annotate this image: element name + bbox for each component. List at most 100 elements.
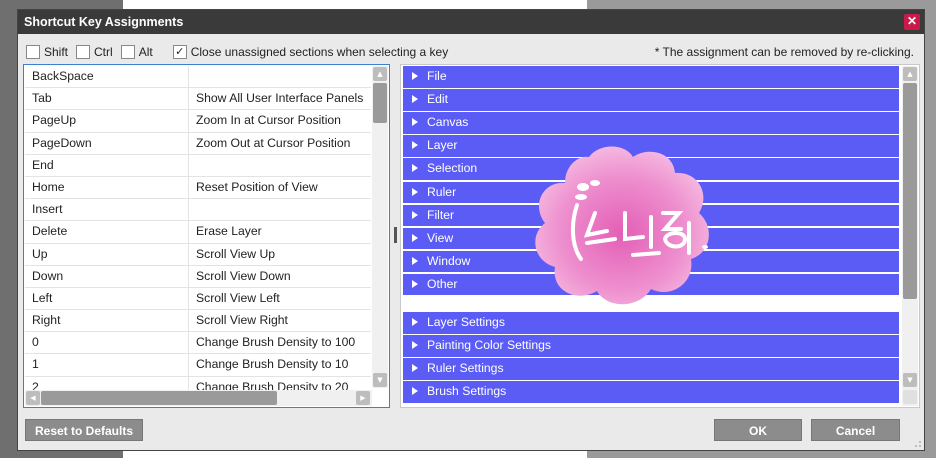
assigned-action-cell[interactable]: Change Brush Density to 10 xyxy=(189,354,371,375)
key-name-cell: Insert xyxy=(25,199,189,221)
expand-arrow-icon xyxy=(412,364,418,372)
command-category-panel: File Edit Canvas Layer Selection Ruler Filter V… xyxy=(400,64,920,408)
key-row[interactable]: Right Scroll View Right xyxy=(25,310,371,333)
key-row[interactable]: End xyxy=(25,154,371,177)
assigned-action-cell[interactable] xyxy=(189,199,371,220)
assigned-action-cell[interactable]: Erase Layer xyxy=(189,221,371,242)
assigned-action-cell[interactable]: Change Brush Density to 100 xyxy=(189,332,371,353)
assigned-action-cell[interactable]: Zoom In at Cursor Position xyxy=(189,110,371,131)
category-edit[interactable]: Edit xyxy=(403,89,899,111)
category-scroll-thumb[interactable] xyxy=(903,83,917,299)
scroll-right-button[interactable]: ▶ xyxy=(356,391,370,405)
key-name-cell: Up xyxy=(25,243,189,265)
category-scroll-right-button[interactable] xyxy=(903,390,917,404)
panel-splitter-handle[interactable] xyxy=(394,227,397,243)
key-row[interactable]: 1 Change Brush Density to 10 xyxy=(25,354,371,377)
category-label: Filter xyxy=(427,207,455,222)
key-list-horizontal-scrollbar[interactable]: ◀ ▶ xyxy=(25,390,372,406)
assigned-action-cell[interactable]: Scroll View Left xyxy=(189,288,371,309)
key-row[interactable]: Down Scroll View Down xyxy=(25,265,371,288)
shortcut-key-dialog: Shortcut Key Assignments ✕ Shift Ctrl Al… xyxy=(17,9,925,451)
category-label: Other xyxy=(427,276,458,291)
expand-arrow-icon xyxy=(412,95,418,104)
assigned-action-cell[interactable] xyxy=(189,155,371,176)
shift-checkbox-box[interactable] xyxy=(26,45,40,59)
category-canvas[interactable]: Canvas xyxy=(403,112,899,134)
category-vertical-scrollbar[interactable]: ▲ ▼ xyxy=(902,66,918,406)
assigned-action-cell[interactable]: Reset Position of View xyxy=(189,177,371,198)
expand-arrow-icon xyxy=(412,341,418,349)
key-row[interactable]: Left Scroll View Left xyxy=(25,287,371,311)
category-label: Ruler Settings xyxy=(427,361,504,375)
assigned-action-cell[interactable]: Scroll View Right xyxy=(189,310,371,331)
category-layer-settings[interactable]: Layer Settings xyxy=(403,312,899,334)
ok-button[interactable]: OK xyxy=(714,419,802,441)
category-file[interactable]: File xyxy=(403,66,899,88)
expand-arrow-icon xyxy=(412,279,418,288)
key-name-cell: 1 xyxy=(25,354,189,376)
category-label: Selection xyxy=(427,161,478,176)
key-row[interactable]: BackSpace xyxy=(25,66,371,89)
key-name-cell: 0 xyxy=(25,332,189,354)
category-brush-settings[interactable]: Brush Settings xyxy=(403,381,899,403)
key-row[interactable]: Home Reset Position of View xyxy=(25,176,371,200)
alt-checkbox[interactable]: Alt xyxy=(120,45,153,59)
scroll-up-button[interactable]: ▲ xyxy=(373,67,387,81)
key-list-vertical-scrollbar[interactable]: ▲ ▼ xyxy=(372,66,388,388)
shift-checkbox-label: Shift xyxy=(44,45,69,59)
key-row[interactable]: Delete Erase Layer xyxy=(25,221,371,244)
expand-arrow-icon xyxy=(412,387,418,395)
shift-checkbox[interactable]: Shift xyxy=(26,45,68,59)
key-row[interactable]: Insert xyxy=(25,199,371,222)
category-scroll-up-button[interactable]: ▲ xyxy=(903,67,917,81)
key-row[interactable]: 0 Change Brush Density to 100 xyxy=(25,332,371,355)
category-label: File xyxy=(427,69,447,83)
assigned-action-cell[interactable]: Scroll View Up xyxy=(189,244,371,265)
category-ruler-settings[interactable]: Ruler Settings xyxy=(403,358,899,380)
watermark-logo xyxy=(535,146,709,305)
key-name-cell: End xyxy=(25,154,189,176)
alt-checkbox-box[interactable] xyxy=(120,45,135,59)
assigned-action-cell[interactable] xyxy=(189,66,371,87)
assigned-action-cell[interactable]: Scroll View Down xyxy=(189,266,371,287)
expand-arrow-icon xyxy=(412,118,418,127)
scroll-down-button[interactable]: ▼ xyxy=(373,373,387,387)
key-row[interactable]: PageUp Zoom In at Cursor Position xyxy=(25,110,371,133)
key-name-cell: Tab xyxy=(25,88,189,110)
cancel-button[interactable]: Cancel xyxy=(811,419,900,441)
category-painting-color-settings[interactable]: Painting Color Settings xyxy=(403,335,899,357)
assigned-action-cell[interactable]: Show All User Interface Panels xyxy=(189,88,371,109)
category-scroll-down-button[interactable]: ▼ xyxy=(903,373,917,387)
expand-arrow-icon xyxy=(412,187,418,196)
key-name-cell: PageDown xyxy=(25,132,189,154)
expand-arrow-icon xyxy=(412,318,418,326)
dialog-titlebar[interactable]: Shortcut Key Assignments ✕ xyxy=(18,10,924,34)
category-label: Canvas xyxy=(427,115,469,130)
key-row[interactable]: PageDown Zoom Out at Cursor Position xyxy=(25,132,371,155)
close-unassigned-checkbox-label: Close unassigned sections when selecting… xyxy=(190,45,449,59)
scroll-thumb[interactable] xyxy=(373,83,387,123)
expand-arrow-icon xyxy=(412,210,418,219)
assignment-note: * The assignment can be removed by re-cl… xyxy=(654,45,914,59)
expand-arrow-icon xyxy=(412,256,418,265)
key-row[interactable]: Tab Show All User Interface Panels xyxy=(25,88,371,111)
close-button[interactable]: ✕ xyxy=(904,14,920,30)
category-label: Window xyxy=(427,253,471,268)
ctrl-checkbox-box[interactable] xyxy=(76,45,91,59)
key-row[interactable]: Up Scroll View Up xyxy=(25,243,371,266)
ctrl-checkbox-label: Ctrl xyxy=(94,45,113,59)
key-name-cell: PageUp xyxy=(25,110,189,132)
scroll-left-button[interactable]: ◀ xyxy=(26,391,40,405)
key-name-cell: BackSpace xyxy=(25,66,189,88)
close-unassigned-checkbox-box[interactable]: ✓ xyxy=(172,45,187,59)
category-label: Ruler xyxy=(427,184,457,199)
close-unassigned-checkbox[interactable]: ✓ Close unassigned sections when selecti… xyxy=(172,45,449,59)
assigned-action-cell[interactable]: Zoom Out at Cursor Position xyxy=(189,133,371,154)
category-label: Edit xyxy=(427,92,449,107)
resize-grip-icon[interactable] xyxy=(914,440,922,448)
key-table: BackSpace Tab Show All User Interface Pane… xyxy=(25,66,371,399)
reset-to-defaults-button[interactable]: Reset to Defaults xyxy=(25,419,143,441)
ctrl-checkbox[interactable]: Ctrl xyxy=(76,45,113,59)
horizontal-scroll-thumb[interactable] xyxy=(41,391,277,405)
expand-arrow-icon xyxy=(412,141,418,150)
